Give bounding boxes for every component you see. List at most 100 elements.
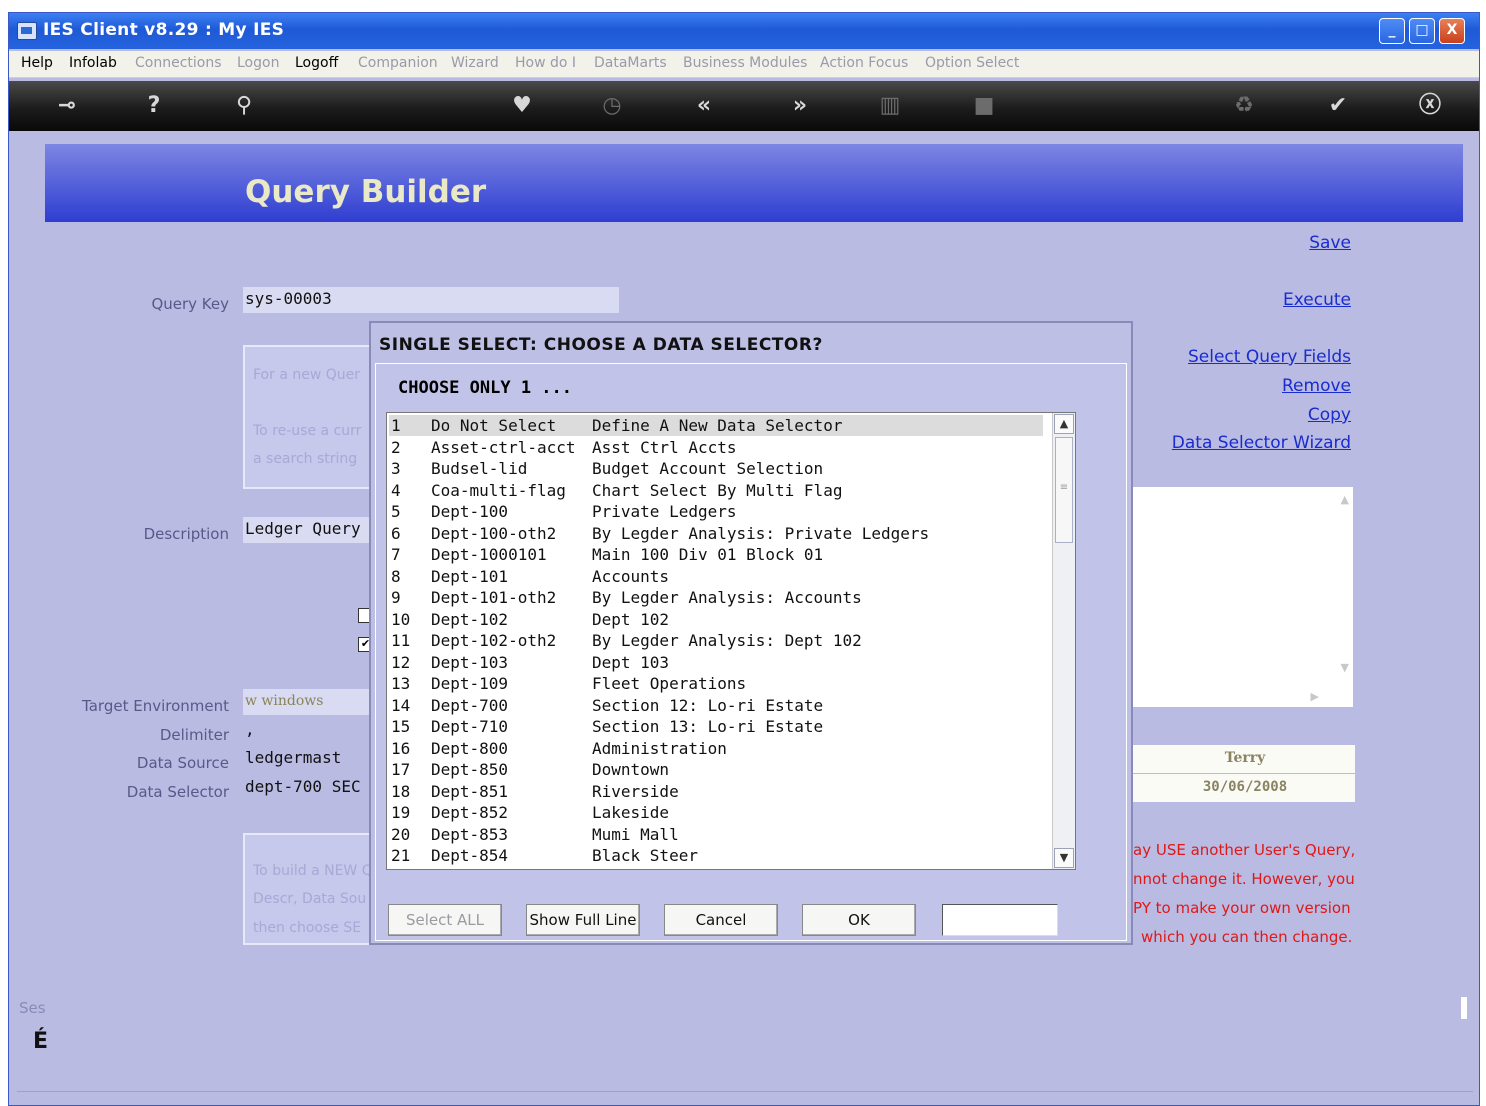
- item-number: 12: [391, 652, 411, 672]
- square-icon[interactable]: ■: [967, 93, 1001, 119]
- item-code: Budsel-lid: [431, 459, 528, 478]
- list-item[interactable]: 9 Dept-101-oth2 By Legder Analysis: Accoun…: [389, 587, 1043, 608]
- item-number: 20: [391, 824, 411, 844]
- menu-connections[interactable]: Connections: [135, 55, 222, 71]
- item-number: 16: [391, 738, 411, 758]
- list-item[interactable]: 1 Do Not Select Define A New Data Selector: [389, 415, 1043, 436]
- recycle-icon[interactable]: ♻: [1227, 93, 1261, 119]
- menu-logon[interactable]: Logon: [237, 55, 279, 71]
- delimiter-field[interactable]: ,: [243, 719, 371, 743]
- menu-business-modules[interactable]: Business Modules: [683, 55, 807, 71]
- help-icon[interactable]: ?: [137, 93, 171, 119]
- item-description: Private Ledgers: [592, 502, 737, 521]
- scroll-up-icon[interactable]: ▲: [1341, 493, 1349, 506]
- show-full-line-button[interactable]: Show Full Line: [526, 904, 640, 936]
- list-item[interactable]: 15 Dept-710 Section 13: Lo-ri Estate: [389, 716, 1043, 737]
- menu-how-do-i[interactable]: How do I: [515, 55, 576, 71]
- scroll-down-icon[interactable]: ▼: [1341, 661, 1349, 674]
- menu-datamarts[interactable]: DataMarts: [594, 55, 667, 71]
- item-number: 9: [391, 588, 401, 607]
- rewind-icon[interactable]: «: [687, 93, 721, 119]
- list-item[interactable]: 18 Dept-851 Riverside: [389, 781, 1043, 802]
- cancel-button[interactable]: Cancel: [664, 904, 778, 936]
- item-number: 7: [391, 545, 401, 564]
- close-button[interactable]: X: [1439, 18, 1465, 44]
- search-hint-panel: For a new Quer To re-use a curr a search…: [243, 345, 373, 489]
- item-code: Do Not Select: [431, 416, 557, 435]
- item-number: 8: [391, 566, 401, 586]
- list-item[interactable]: 10 Dept-102 Dept 102: [389, 609, 1043, 630]
- title-bar[interactable]: IES Client v8.29 : My IES _ □ X: [9, 13, 1479, 49]
- scroll-up-icon[interactable]: ▲: [1054, 414, 1074, 434]
- remove-link[interactable]: Remove: [1282, 376, 1351, 396]
- ok-button[interactable]: OK: [802, 904, 916, 936]
- list-item[interactable]: 4 Coa-multi-flag Chart Select By Multi Fla…: [389, 480, 1043, 501]
- item-code: Dept-853: [431, 824, 509, 844]
- scroll-right-icon[interactable]: ▶: [1311, 690, 1319, 703]
- list-item[interactable]: 14 Dept-700 Section 12: Lo-ri Estate: [389, 695, 1043, 716]
- select-query-fields-link[interactable]: Select Query Fields: [1188, 347, 1351, 367]
- scroll-down-icon[interactable]: ▼: [1054, 848, 1074, 868]
- list-item[interactable]: 11 Dept-102-oth2 By Legder Analysis: Dept …: [389, 630, 1043, 651]
- query-key-field[interactable]: sys-00003: [243, 287, 619, 313]
- list-item[interactable]: 21 Dept-854 Black Steer: [389, 845, 1043, 866]
- list-item[interactable]: 8 Dept-101 Accounts: [389, 566, 1043, 587]
- clock-icon[interactable]: ◷: [595, 93, 629, 119]
- data-source-field[interactable]: ledgermast: [243, 746, 371, 772]
- item-description: Dept 103: [592, 652, 670, 672]
- description-field[interactable]: Ledger Query: [243, 517, 371, 543]
- execute-link[interactable]: Execute: [1283, 290, 1351, 310]
- data-selector-field[interactable]: dept-700 SEC: [243, 775, 371, 801]
- key-icon[interactable]: ⊸: [45, 93, 89, 119]
- list-item[interactable]: 16 Dept-800 Administration: [389, 738, 1043, 759]
- menu-wizard[interactable]: Wizard: [451, 55, 499, 71]
- item-number: 5: [391, 502, 401, 521]
- save-link[interactable]: Save: [1309, 233, 1351, 253]
- target-environment-field[interactable]: w windows: [243, 689, 371, 715]
- list-item[interactable]: 6 Dept-100-oth2 By Legder Analysis: Privat…: [389, 523, 1043, 544]
- list-item[interactable]: 12 Dept-103 Dept 103: [389, 652, 1043, 673]
- menu-action-focus[interactable]: Action Focus: [820, 55, 908, 71]
- menu-companion[interactable]: Companion: [358, 55, 438, 71]
- select-all-button[interactable]: Select ALL: [388, 904, 502, 936]
- check-icon[interactable]: ✔: [1321, 93, 1355, 119]
- list-item[interactable]: 13 Dept-109 Fleet Operations: [389, 673, 1043, 694]
- app-icon: [17, 22, 37, 40]
- menu-infolab[interactable]: Infolab: [69, 55, 117, 71]
- list-item[interactable]: 19 Dept-852 Lakeside: [389, 802, 1043, 823]
- item-code: Dept-100-oth2: [431, 523, 557, 543]
- data-selector-wizard-link[interactable]: Data Selector Wizard: [1172, 433, 1351, 453]
- hint-line: To build a NEW Q: [253, 863, 373, 879]
- menu-option-select[interactable]: Option Select: [925, 55, 1019, 71]
- heart-icon[interactable]: ♥: [505, 93, 539, 119]
- item-code: Dept-851: [431, 781, 509, 801]
- item-number: 4: [391, 480, 401, 500]
- search-icon[interactable]: ⚲: [227, 93, 261, 119]
- list-item[interactable]: 17 Dept-850 Downtown: [389, 759, 1043, 780]
- fast-forward-icon[interactable]: »: [783, 93, 817, 119]
- page-banner: Query Builder: [45, 144, 1463, 222]
- item-code: Dept-102: [431, 609, 509, 629]
- notes-area[interactable]: ▲ ▼ ▶: [1133, 487, 1353, 707]
- close-icon[interactable]: ⓧ: [1413, 93, 1447, 119]
- list-item[interactable]: 5 Dept-100 Private Ledgers: [389, 501, 1043, 522]
- list-item[interactable]: 2 Asset-ctrl-acct Asst Ctrl Accts: [389, 437, 1043, 458]
- data-selector-label: Data Selector: [126, 783, 229, 801]
- minimize-button[interactable]: _: [1379, 18, 1405, 44]
- side-handle[interactable]: [1461, 997, 1467, 1019]
- menu-logoff[interactable]: Logoff: [295, 55, 338, 71]
- item-code: Coa-multi-flag: [431, 480, 566, 500]
- hint-line: To re-use a curr: [253, 423, 362, 439]
- copy-link[interactable]: Copy: [1308, 405, 1351, 425]
- selector-list[interactable]: 1 Do Not Select Define A New Data Selector…: [386, 412, 1076, 870]
- column-icon[interactable]: ▥: [873, 93, 907, 119]
- scroll-thumb[interactable]: ≡: [1055, 437, 1073, 543]
- list-item[interactable]: 3 Budsel-lid Budget Account Selection: [389, 458, 1043, 479]
- menu-help[interactable]: Help: [21, 55, 53, 71]
- maximize-button[interactable]: □: [1409, 18, 1435, 44]
- list-item[interactable]: 20 Dept-853 Mumi Mall: [389, 824, 1043, 845]
- list-item[interactable]: 7 Dept-1000101 Main 100 Div 01 Block 01: [389, 544, 1043, 565]
- dialog-body: CHOOSE ONLY 1 ... 1 Do Not Select Define A…: [375, 363, 1127, 941]
- selection-input[interactable]: [942, 904, 1058, 936]
- list-scrollbar[interactable]: ▲ ≡ ▼: [1052, 413, 1075, 869]
